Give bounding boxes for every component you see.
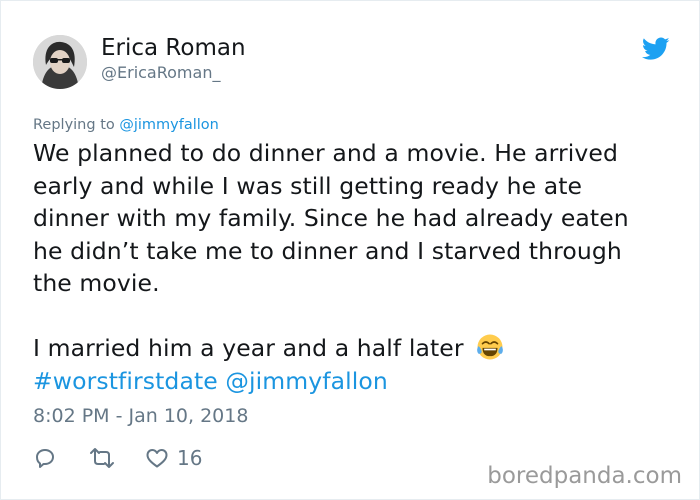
tweet-paragraph-2-text: I married him a year and a half later xyxy=(33,334,464,362)
replying-to: Replying to @jimmyfallon xyxy=(33,117,219,133)
replying-prefix: Replying to xyxy=(33,117,120,133)
retweet-button[interactable] xyxy=(89,446,115,470)
action-bar: 16 xyxy=(33,443,202,473)
heart-icon xyxy=(146,449,168,468)
tweet-card: Erica Roman @EricaRoman_ Replying to @ji… xyxy=(0,0,700,500)
profile-photo xyxy=(33,35,87,89)
hashtag-link[interactable]: #worstfirstdate xyxy=(33,367,218,395)
tweet-tags: #worstfirstdate @jimmyfallon xyxy=(33,365,663,398)
tears-of-joy-emoji-icon xyxy=(477,334,504,360)
watermark: boredpanda.com xyxy=(487,463,682,489)
like-count: 16 xyxy=(177,446,203,470)
reply-button[interactable] xyxy=(33,446,57,470)
twitter-bird-icon[interactable] xyxy=(642,37,670,61)
avatar[interactable] xyxy=(33,35,87,89)
timestamp[interactable]: 8:02 PM - Jan 10, 2018 xyxy=(33,405,248,427)
mention-link[interactable]: @jimmyfallon xyxy=(225,367,387,395)
reply-icon xyxy=(36,449,54,468)
tweet-paragraph-2: I married him a year and a half later xyxy=(33,332,663,365)
retweet-icon xyxy=(90,448,114,468)
author-handle[interactable]: @EricaRoman_ xyxy=(101,63,220,82)
tweet-text: We planned to do dinner and a movie. He … xyxy=(33,137,663,397)
author-name[interactable]: Erica Roman xyxy=(101,35,246,61)
like-button[interactable]: 16 xyxy=(145,446,202,470)
replying-target-link[interactable]: @jimmyfallon xyxy=(119,117,219,133)
tweet-paragraph-1: We planned to do dinner and a movie. He … xyxy=(33,139,629,297)
